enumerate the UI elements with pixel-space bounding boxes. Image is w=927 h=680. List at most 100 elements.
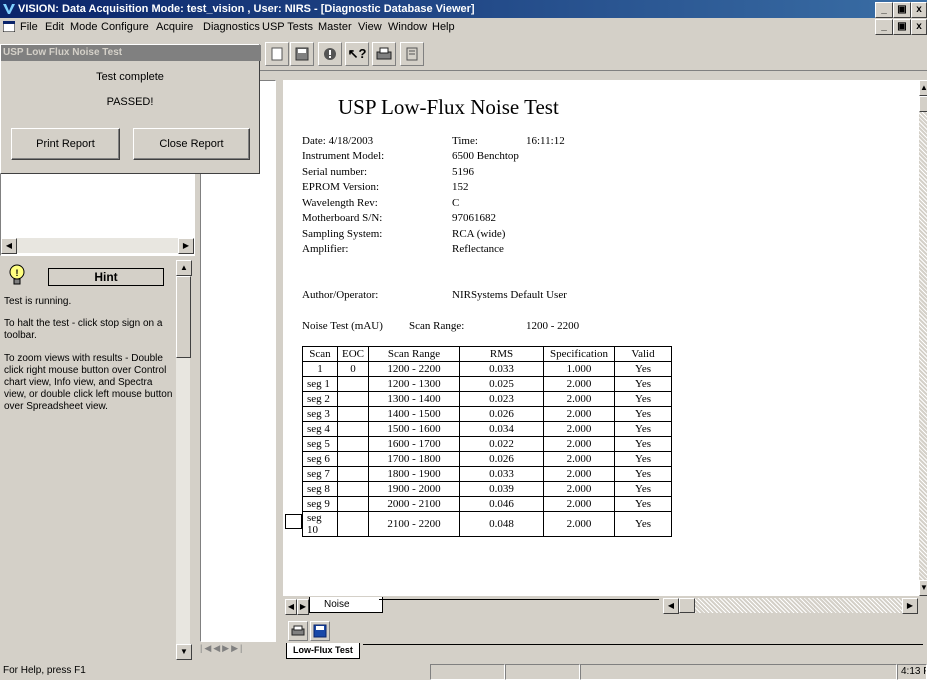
field-value: 97061682 bbox=[452, 212, 496, 224]
print-icon bbox=[291, 625, 305, 636]
sheet-scroll-left-button[interactable]: ◀ bbox=[663, 598, 679, 614]
stop-button[interactable] bbox=[318, 42, 342, 66]
tab-noise[interactable]: Noise bbox=[309, 597, 383, 613]
cell-eoc bbox=[337, 466, 369, 482]
menu-view[interactable]: View bbox=[358, 21, 382, 33]
field-value: 5196 bbox=[452, 166, 474, 178]
menu-diagnostics[interactable]: Diagnostics bbox=[203, 21, 260, 33]
sheet-scroll-right-button[interactable]: ▶ bbox=[902, 598, 918, 614]
cell-rms: 0.023 bbox=[459, 391, 544, 407]
selected-row-marker[interactable] bbox=[285, 514, 302, 529]
menu-file[interactable]: File bbox=[20, 21, 38, 33]
new-button[interactable] bbox=[265, 42, 289, 66]
status-help-text: For Help, press F1 bbox=[3, 665, 86, 676]
field-label: EPROM Version: bbox=[302, 181, 380, 193]
menu-bar: File Edit Mode Configure Acquire Diagnos… bbox=[0, 18, 927, 36]
report-scroll-thumb[interactable] bbox=[919, 96, 927, 112]
col-scan-range: Scan Range bbox=[368, 346, 460, 362]
cell-valid: Yes bbox=[614, 406, 672, 422]
tree-horizontal-scrollbar[interactable]: ◀ ▶ bbox=[1, 238, 194, 254]
hint-scroll-down-button[interactable]: ▼ bbox=[176, 644, 192, 660]
cell-specification: 2.000 bbox=[543, 376, 615, 392]
print-report-button[interactable]: Print Report bbox=[11, 128, 120, 160]
context-help-button[interactable]: ↖? bbox=[345, 42, 369, 66]
menu-edit[interactable]: Edit bbox=[45, 21, 64, 33]
menu-mode[interactable]: Mode bbox=[70, 21, 98, 33]
close-report-button[interactable]: Close Report bbox=[133, 128, 250, 160]
cell-valid: Yes bbox=[614, 466, 672, 482]
table-row: seg 3 1400 - 1500 0.026 2.000 Yes bbox=[302, 406, 672, 422]
hint-line-running: Test is running. bbox=[4, 296, 72, 307]
menu-window[interactable]: Window bbox=[388, 21, 427, 33]
cell-valid: Yes bbox=[614, 421, 672, 437]
col-valid: Valid bbox=[614, 346, 672, 362]
report-save-button[interactable] bbox=[310, 621, 330, 641]
print-button[interactable] bbox=[372, 42, 396, 66]
minimize-button[interactable]: _ bbox=[875, 2, 893, 18]
cell-scan: seg 5 bbox=[302, 436, 338, 452]
cell-scan-range: 1200 - 1300 bbox=[368, 376, 460, 392]
menu-configure[interactable]: Configure bbox=[101, 21, 149, 33]
col-eoc: EOC bbox=[337, 346, 369, 362]
scroll-left-button[interactable]: ◀ bbox=[1, 238, 17, 254]
hint-header: Hint bbox=[48, 268, 164, 286]
child-close-button[interactable]: x bbox=[911, 19, 927, 35]
child-minimize-button[interactable]: _ bbox=[875, 19, 893, 35]
cell-valid: Yes bbox=[614, 436, 672, 452]
record-navigator[interactable]: |◀◀▶▶| bbox=[200, 643, 274, 659]
cell-scan-range: 1300 - 1400 bbox=[368, 391, 460, 407]
tab-divider bbox=[379, 599, 659, 600]
hint-vertical-scrollbar[interactable]: ▲ ▼ bbox=[176, 260, 192, 660]
field-value: 6500 Benchtop bbox=[452, 150, 519, 162]
disk-icon bbox=[313, 624, 327, 638]
cell-eoc bbox=[337, 511, 369, 537]
cell-scan-range: 2000 - 2100 bbox=[368, 496, 460, 512]
save-button[interactable] bbox=[290, 42, 314, 66]
cell-scan: seg 2 bbox=[302, 391, 338, 407]
print-icon bbox=[376, 47, 392, 60]
field-label: Amplifier: bbox=[302, 243, 349, 255]
cell-rms: 0.025 bbox=[459, 376, 544, 392]
table-body: 1 0 1200 - 2200 0.033 1.000 Yes seg 1 1200 - 13… bbox=[302, 361, 672, 537]
report-vertical-scrollbar[interactable]: ▲ ▼ bbox=[919, 80, 927, 596]
restore-button[interactable]: ▣ bbox=[893, 2, 911, 18]
tab-low-flux-test[interactable]: Low-Flux Test bbox=[286, 643, 360, 659]
cell-scan: seg 8 bbox=[302, 481, 338, 497]
cell-eoc bbox=[337, 391, 369, 407]
sheet-scroll-thumb[interactable] bbox=[679, 598, 695, 613]
report-scroll-up-button[interactable]: ▲ bbox=[919, 80, 927, 96]
usp-test-dialog: USP Low Flux Noise Test Test complete PA… bbox=[0, 44, 261, 174]
vision-logo-icon bbox=[3, 4, 15, 14]
scroll-right-button[interactable]: ▶ bbox=[178, 238, 194, 254]
close-window-button[interactable]: x bbox=[911, 2, 927, 18]
hint-scroll-up-button[interactable]: ▲ bbox=[176, 260, 192, 276]
svg-text:!: ! bbox=[16, 268, 19, 278]
table-header-row: Scan EOC Scan Range RMS Specification Va… bbox=[302, 346, 672, 362]
menu-acquire[interactable]: Acquire bbox=[156, 21, 193, 33]
sheet-horizontal-scrollbar[interactable]: ◀ ▶ bbox=[663, 598, 918, 614]
cell-specification: 2.000 bbox=[543, 451, 615, 467]
report-scroll-down-button[interactable]: ▼ bbox=[919, 580, 927, 596]
hint-scroll-thumb[interactable] bbox=[176, 276, 191, 358]
bottom-tab-divider bbox=[363, 644, 923, 645]
menu-master[interactable]: Master bbox=[318, 21, 352, 33]
table-row: seg 5 1600 - 1700 0.022 2.000 Yes bbox=[302, 436, 672, 452]
menu-help[interactable]: Help bbox=[432, 21, 455, 33]
report-mini-toolbar bbox=[283, 618, 927, 642]
field-value: C bbox=[452, 197, 460, 209]
tab-scroll-right-button[interactable]: ▶ bbox=[297, 599, 309, 615]
child-restore-button[interactable]: ▣ bbox=[893, 19, 911, 35]
report-button[interactable] bbox=[400, 42, 424, 66]
cell-valid: Yes bbox=[614, 361, 672, 377]
window-title: VISION: Data Acquisition Mode: test_visi… bbox=[18, 3, 475, 15]
noise-label: Noise Test (mAU) bbox=[302, 320, 383, 332]
cell-specification: 2.000 bbox=[543, 406, 615, 422]
document-icon bbox=[406, 47, 418, 61]
report-print-button[interactable] bbox=[288, 621, 308, 641]
cell-valid: Yes bbox=[614, 481, 672, 497]
cell-scan-range: 2100 - 2200 bbox=[368, 511, 460, 537]
menu-usp-tests[interactable]: USP Tests bbox=[262, 21, 313, 33]
status-passed: PASSED! bbox=[106, 96, 154, 108]
cell-eoc bbox=[337, 406, 369, 422]
tab-scroll-left-button[interactable]: ◀ bbox=[285, 599, 297, 615]
